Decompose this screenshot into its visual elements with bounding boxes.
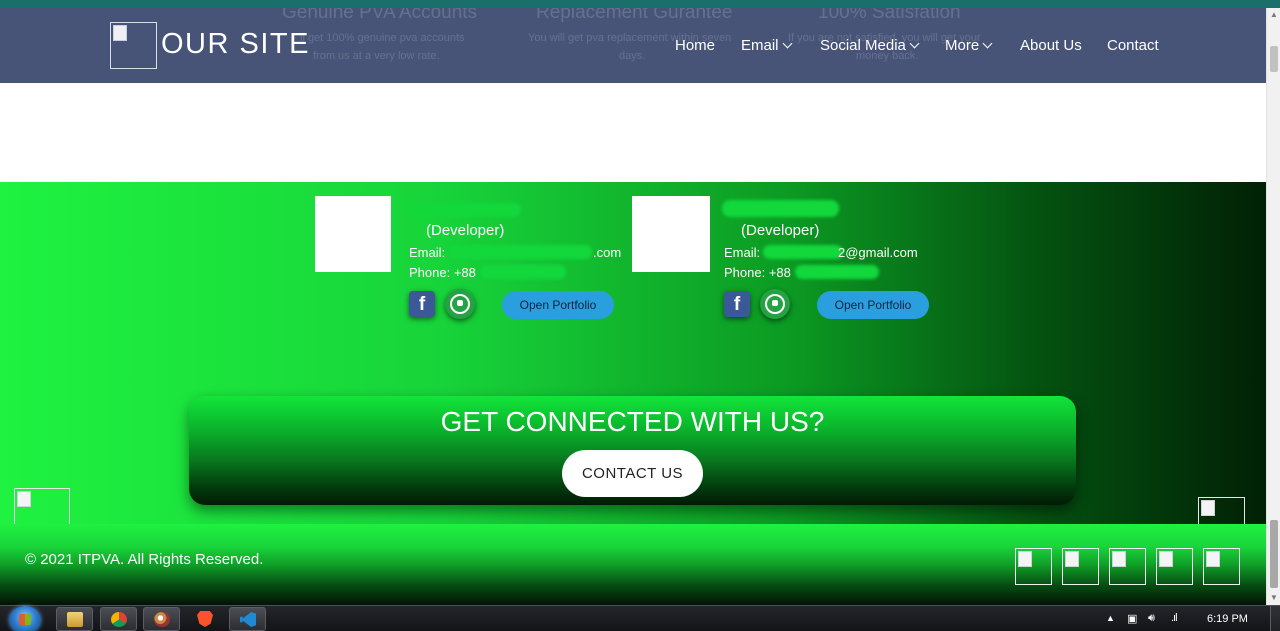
developer-1-open-portfolio-button[interactable]: Open Portfolio (502, 291, 614, 319)
developer-1-photo (315, 196, 391, 272)
top-accent-strip (0, 0, 1280, 8)
nav-more-label: More (945, 37, 980, 54)
developer-1-email-label: Email: (409, 245, 446, 260)
cta-title: GET CONNECTED WITH US? (440, 406, 825, 437)
copyright-text: © 2021 ITPVA. All Rights Reserved. (25, 551, 264, 568)
nav-social-media-label: Social Media (820, 37, 906, 54)
facebook-icon[interactable]: f (724, 291, 750, 317)
start-button[interactable] (9, 606, 41, 631)
developer-1-phone-redacted (480, 265, 566, 279)
developer-2-photo (632, 196, 710, 272)
footer-social-icon-1[interactable] (1015, 548, 1052, 585)
paint-icon (154, 612, 170, 627)
faded-feature-text-2b: days. (619, 50, 646, 62)
developer-2-email-suffix: 2@gmail.com (838, 245, 918, 260)
taskbar-file-explorer[interactable] (56, 607, 93, 631)
faded-feature-title-3: 100% Satisfation (818, 8, 961, 23)
taskbar-clock[interactable]: 6:19 PM (1207, 613, 1248, 625)
white-section (0, 83, 1266, 182)
chevron-down-icon (782, 38, 792, 49)
footer-social-icon-2[interactable] (1062, 548, 1099, 585)
whatsapp-icon[interactable] (760, 289, 790, 319)
scroll-thumb[interactable] (1270, 520, 1278, 588)
footer-social-icon-5[interactable] (1203, 548, 1240, 585)
developer-1-name-redacted (409, 203, 521, 217)
footer-social-icon-3[interactable] (1109, 548, 1146, 585)
scroll-down-arrow-icon[interactable]: ▼ (1267, 591, 1280, 605)
developer-2-phone: Phone: +88 (724, 265, 791, 280)
tray-volume-icon[interactable]: 🔊︎ (1148, 612, 1155, 625)
windows-taskbar: ▲ ▣ 🔊︎ .ıl 6:19 PM (0, 605, 1280, 631)
chevron-down-icon (982, 38, 993, 49)
file-explorer-icon (67, 612, 83, 627)
developers-section: (Developer) Email: .com Phone: +88 f Ope… (0, 182, 1266, 544)
site-navbar: Genuine PVA Accounts Replacement Gurante… (0, 8, 1266, 83)
brave-icon (197, 611, 213, 627)
taskbar-brave[interactable] (187, 607, 224, 631)
developer-2-phone-redacted (795, 265, 879, 279)
nav-email-label: Email (741, 37, 779, 54)
brand-title[interactable]: OUR SITE (161, 28, 310, 61)
contact-us-button[interactable]: CONTACT US (562, 450, 703, 497)
chrome-icon (111, 612, 127, 627)
developer-1-role: (Developer) (426, 222, 505, 239)
nav-home[interactable]: Home (675, 37, 715, 54)
vscode-icon (240, 612, 256, 627)
nav-about-us[interactable]: About Us (1020, 37, 1082, 54)
facebook-icon[interactable]: f (409, 291, 435, 317)
tray-signal-icon[interactable]: .ıl (1171, 612, 1177, 624)
faded-feature-title-1: Genuine PVA Accounts (282, 8, 478, 23)
nav-more[interactable]: More (945, 37, 993, 54)
whatsapp-icon[interactable] (445, 289, 475, 319)
developer-2-email-redacted (763, 245, 843, 259)
developer-2-name-redacted (722, 200, 839, 217)
developer-1-email-redacted (449, 245, 592, 259)
cta-banner: GET CONNECTED WITH US? CONTACT US (189, 396, 1076, 505)
faded-feature-title-2: Replacement Gurantee (536, 8, 733, 23)
developer-1-phone: Phone: +88 (409, 265, 476, 280)
faded-feature-text-1b: from us at a very low rate. (313, 50, 440, 62)
show-desktop-button[interactable] (1270, 606, 1280, 631)
chevron-down-icon (909, 38, 920, 49)
tray-expand-arrow-icon[interactable]: ▲ (1106, 613, 1115, 623)
developer-2-role: (Developer) (741, 222, 820, 239)
scroll-up-arrow-icon[interactable]: ▲ (1267, 8, 1280, 22)
nav-contact[interactable]: Contact (1107, 37, 1159, 54)
tray-network-adapter-icon[interactable]: ▣ (1127, 612, 1137, 625)
footer-social-icon-4[interactable] (1156, 548, 1193, 585)
page-scrollbar[interactable]: ▲ ▼ (1266, 8, 1280, 605)
developer-1-email-suffix: .com (593, 245, 622, 260)
scroll-thumb-upper[interactable] (1270, 46, 1278, 72)
site-footer: © 2021 ITPVA. All Rights Reserved. (0, 524, 1266, 605)
faded-feature-text-1a: ll get 100% genuine pva accounts (300, 32, 465, 44)
nav-email[interactable]: Email (741, 37, 792, 54)
nav-social-media[interactable]: Social Media (820, 37, 920, 54)
developer-2-email-label: Email: (724, 245, 761, 260)
taskbar-chrome[interactable] (100, 607, 137, 631)
taskbar-vscode[interactable] (229, 607, 266, 631)
logo-image[interactable] (110, 22, 157, 69)
developer-2-open-portfolio-button[interactable]: Open Portfolio (817, 291, 929, 319)
taskbar-paint[interactable] (143, 607, 180, 631)
